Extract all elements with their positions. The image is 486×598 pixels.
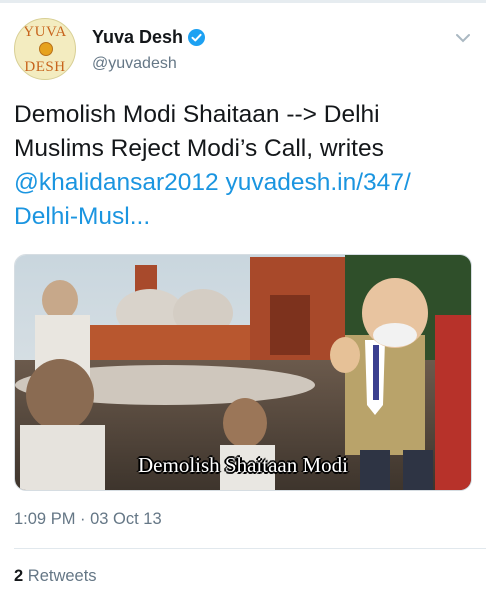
tweet-text: Demolish Modi Shaitaan --> Delhi Muslims… — [14, 98, 474, 234]
top-border — [0, 0, 486, 3]
chevron-down-icon[interactable] — [456, 30, 470, 43]
avatar-emblem-icon — [39, 42, 53, 56]
media-caption: Demolish Shaitaan Modi — [138, 453, 348, 477]
url-link[interactable]: yuvadesh.in/347/ — [226, 169, 411, 196]
handle[interactable]: @yuvadesh — [92, 55, 177, 73]
verified-icon — [188, 29, 205, 46]
avatar-text-top: YUVA — [23, 24, 67, 40]
mention-link[interactable]: @khalidansar2012 — [14, 169, 219, 196]
retweet-count: 2 — [14, 567, 24, 585]
divider — [14, 548, 486, 549]
tweet-media-image[interactable]: Demolish Shaitaan Modi — [14, 254, 472, 491]
tweet-text-line: Muslims Reject Modi’s Call, writes — [14, 135, 384, 162]
retweets-stat[interactable]: 2 Retweets — [14, 567, 97, 586]
display-name[interactable]: Yuva Desh — [92, 27, 183, 48]
avatar[interactable]: YUVA DESH — [14, 18, 76, 80]
tweet-text-line: Demolish Modi Shaitaan --> Delhi — [14, 101, 380, 128]
retweet-label: Retweets — [27, 567, 97, 585]
avatar-text-bottom: DESH — [24, 59, 66, 75]
url-link-continued[interactable]: Delhi-Musl... — [14, 203, 150, 230]
timestamp[interactable]: 1:09 PM · 03 Oct 13 — [14, 510, 162, 529]
